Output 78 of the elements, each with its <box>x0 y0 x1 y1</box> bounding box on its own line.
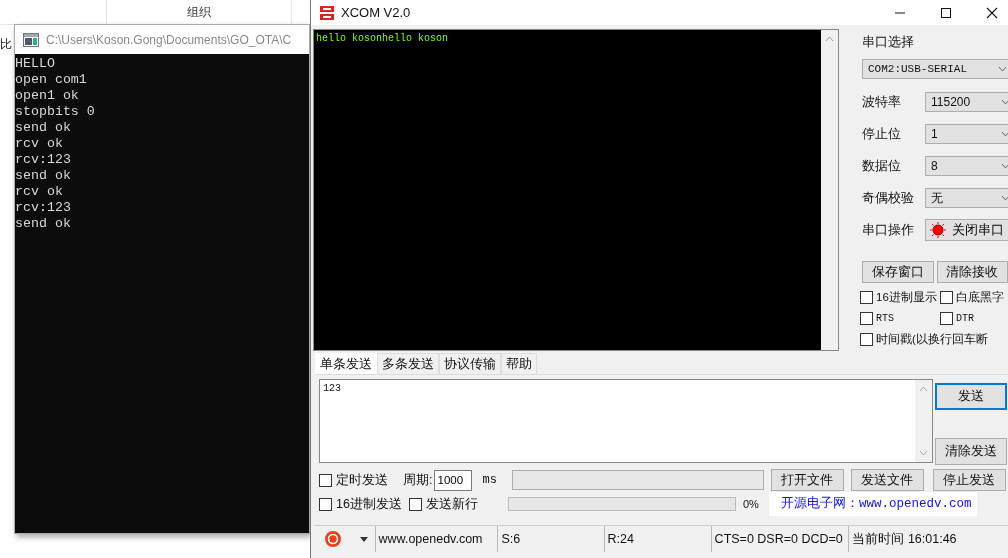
status-text: CTS=0 DSR=0 DCD=0 <box>711 526 850 552</box>
close-icon[interactable] <box>986 6 998 19</box>
chevron-icon <box>998 66 1007 72</box>
maximize-icon[interactable] <box>940 6 952 19</box>
window-title: XCOM V2.0 <box>341 5 411 20</box>
dropdown[interactable]: 无 <box>925 188 1008 208</box>
button[interactable]: 保存窗口 <box>862 261 934 283</box>
target-icon[interactable] <box>324 530 342 548</box>
checkbox[interactable] <box>319 497 332 511</box>
port-dropdown[interactable]: COM2:USB-SERIAL <box>862 59 1008 79</box>
checkbox-label: 定时发送 <box>336 471 388 489</box>
field-label: 串口操作 <box>862 221 915 239</box>
checkbox[interactable] <box>409 497 422 511</box>
checkbox-label: DTR <box>956 313 974 324</box>
button[interactable]: 发送文件 <box>850 469 924 491</box>
chevron-icon <box>1001 99 1008 105</box>
button[interactable]: 发送 <box>935 383 1007 410</box>
checkbox[interactable] <box>860 312 873 325</box>
field-label: 周期: <box>403 471 433 489</box>
tab[interactable]: 帮助 <box>501 353 537 374</box>
checkbox-label: RTS <box>876 313 894 324</box>
console-line: send ok <box>15 120 71 136</box>
unit-label: ms <box>482 473 497 487</box>
checkbox[interactable] <box>860 333 873 346</box>
field-label: 波特率 <box>862 93 902 111</box>
dropdown[interactable]: 8 <box>925 156 1008 176</box>
console-line: rcv ok <box>15 184 63 200</box>
console-line: open1 ok <box>15 88 79 104</box>
console-line: rcv:123 <box>15 200 71 216</box>
checkbox-label: 发送新行 <box>426 495 478 513</box>
tab[interactable]: 协议传输 <box>439 353 501 374</box>
sidebar-text: 比 <box>0 36 12 53</box>
checkbox-label: 时间戳(以换行回车断 <box>876 332 988 347</box>
status-text: R:24 <box>604 526 712 552</box>
checkbox-label: 白底黑字 <box>956 290 1004 305</box>
caret-icon[interactable] <box>360 536 368 542</box>
console-line: HELLO <box>15 56 55 72</box>
console-line: send ok <box>15 168 71 184</box>
field-label: 串口选择 <box>862 33 915 51</box>
checkbox[interactable] <box>319 473 332 487</box>
button[interactable]: 打开文件 <box>770 469 844 491</box>
console-line: rcv ok <box>15 136 63 152</box>
promo-link[interactable]: 开源电子网：www.openedv.com <box>768 492 978 516</box>
field-label: 停止位 <box>862 125 902 143</box>
button[interactable]: 停止发送 <box>932 469 1006 491</box>
console-line: send ok <box>15 216 71 232</box>
button[interactable]: 清除接收 <box>936 261 1008 283</box>
app-logo-icon <box>319 4 335 21</box>
status-text: S:6 <box>498 526 605 552</box>
send-input-field[interactable]: 123 <box>319 379 933 463</box>
window-title: C:\Users\Koson.Gong\Documents\GO_OTA\C <box>46 32 292 47</box>
chevron-icon <box>1001 163 1008 169</box>
checkbox-label: 16进制显示 <box>876 290 937 305</box>
file-path-field[interactable] <box>511 470 764 490</box>
received-text: hello kosonhello koson <box>315 32 450 46</box>
field-label: 数据位 <box>862 157 902 175</box>
chevron-icon <box>1001 131 1008 137</box>
console-line: open com1 <box>15 72 87 88</box>
checkbox[interactable] <box>940 291 953 304</box>
dropdown[interactable]: 115200 <box>925 92 1008 112</box>
checkbox-label: 16进制发送 <box>336 495 402 513</box>
field-label: 奇偶校验 <box>862 189 915 207</box>
checkbox[interactable] <box>940 312 953 325</box>
console-line: rcv:123 <box>15 152 71 168</box>
progress-reading: 0% <box>743 498 759 510</box>
port-toggle-button[interactable]: 关闭串口 <box>925 219 1008 241</box>
chevron-icon <box>1001 195 1008 201</box>
status-text: www.openedv.com <box>375 526 499 552</box>
checkbox[interactable] <box>860 291 873 304</box>
tab[interactable]: 单条发送 <box>315 353 377 374</box>
console-line: stopbits 0 <box>15 104 95 120</box>
period-input-field[interactable]: 1000 <box>434 469 473 491</box>
dropdown[interactable]: 1 <box>925 124 1008 144</box>
status-text: 当前时间 16:01:46 <box>851 530 958 548</box>
scrollbar[interactable] <box>821 30 838 350</box>
console-icon <box>23 32 39 47</box>
tab[interactable]: 多条发送 <box>377 353 439 374</box>
button[interactable]: 清除发送 <box>935 438 1007 465</box>
